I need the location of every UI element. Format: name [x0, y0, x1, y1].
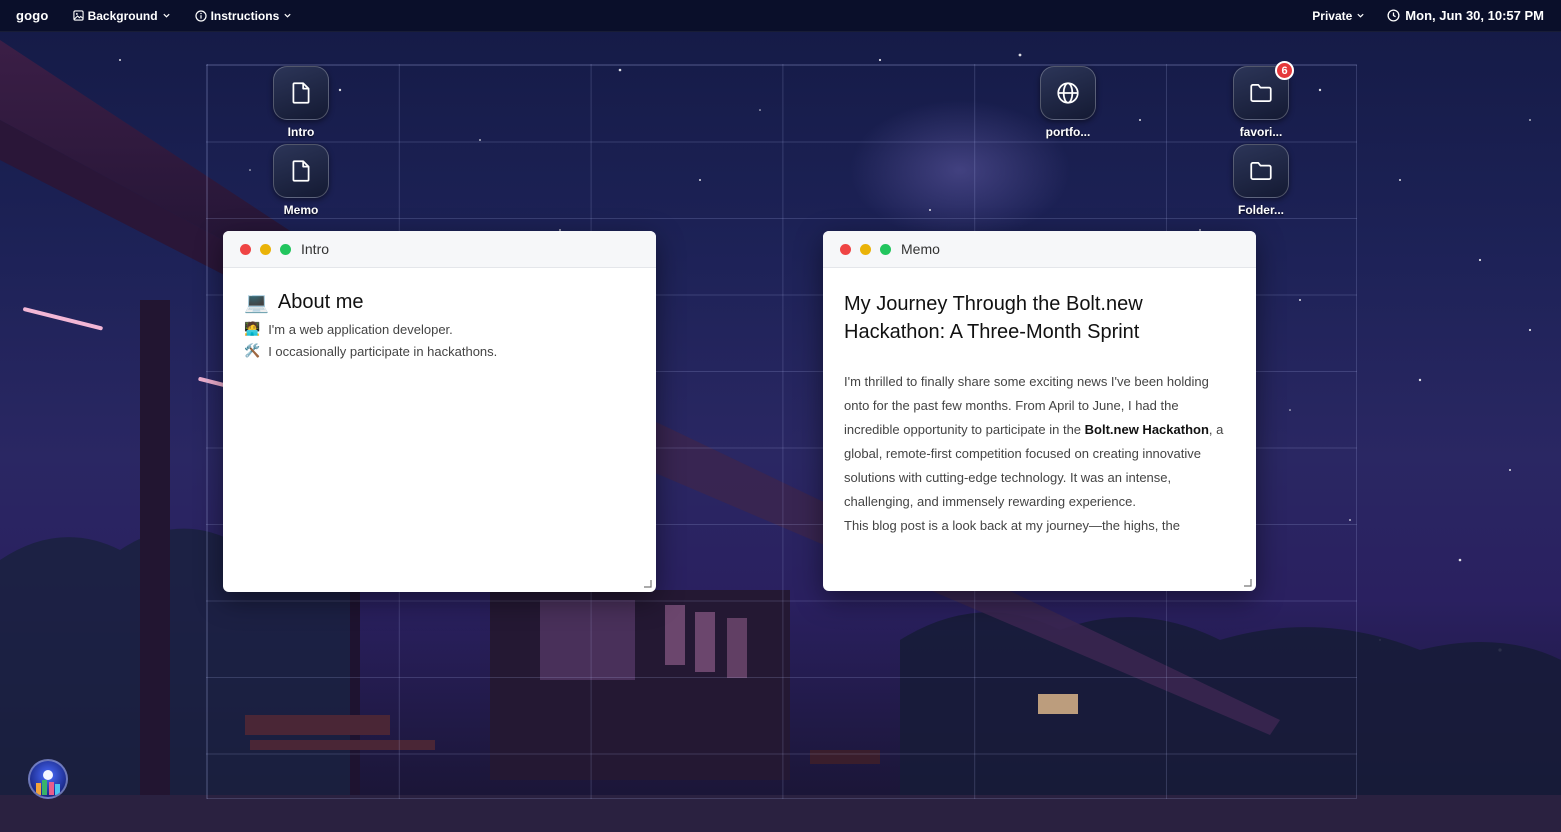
window-title: Memo: [901, 241, 940, 257]
minimize-button[interactable]: [260, 243, 271, 255]
instructions-menu[interactable]: Instructions: [194, 8, 293, 23]
intro-window[interactable]: Intro 💻 About me 🧑‍💻 I'm a web applicati…: [223, 231, 656, 592]
image-icon: [72, 10, 84, 21]
privacy-label: Private: [1312, 8, 1353, 23]
app-brand[interactable]: gogo: [16, 8, 49, 23]
notification-badge: 6: [1275, 61, 1294, 80]
desktop-icon-folder[interactable]: Folder...: [1221, 144, 1301, 217]
memo-heading: My Journey Through the Bolt.new Hackatho…: [844, 293, 1143, 343]
maximize-button[interactable]: [880, 243, 891, 255]
about-line-text: I'm a web application developer.: [268, 321, 453, 337]
clock-icon: [1387, 9, 1400, 22]
memo-paragraph: This blog post is a look back at my jour…: [844, 518, 1181, 533]
file-icon: [292, 82, 310, 104]
about-line: 🛠️ I occasionally participate in hackath…: [244, 343, 635, 359]
minimize-button[interactable]: [860, 243, 871, 255]
developer-icon: 🧑‍💻: [244, 321, 261, 336]
window-content: 💻 About me 🧑‍💻 I'm a web application dev…: [223, 268, 656, 381]
close-button[interactable]: [240, 243, 251, 255]
memo-paragraph: I'm thrilled to finally share some excit…: [844, 370, 1235, 514]
close-button[interactable]: [840, 243, 851, 255]
tools-icon: 🛠️: [244, 343, 261, 358]
desktop-icon-tile: [1040, 66, 1096, 120]
chevron-down-icon: [1357, 13, 1364, 18]
chevron-down-icon: [162, 13, 170, 18]
resize-handle-icon[interactable]: [643, 579, 652, 588]
desktop-icon-tile: [273, 66, 329, 120]
avatar-image: [36, 770, 60, 795]
desktop-icon-portfolio[interactable]: portfo...: [1028, 66, 1108, 139]
avatar[interactable]: [28, 759, 68, 799]
window-titlebar[interactable]: Intro: [223, 231, 656, 268]
laptop-icon: 💻: [244, 292, 269, 314]
info-icon: [194, 9, 207, 22]
window-title: Intro: [301, 241, 330, 257]
desktop-icon-tile: 6: [1233, 61, 1294, 120]
clock: Mon, Jun 30, 10:57 PM: [1387, 8, 1544, 23]
desktop-icon-tile: [273, 144, 329, 198]
chevron-down-icon: [284, 13, 291, 18]
topbar-right: Private Mon, Jun 30, 10:57 PM: [1312, 8, 1544, 23]
memo-bold-text: Bolt.new Hackathon: [1084, 422, 1209, 437]
desktop-icon-label: favori...: [1239, 125, 1283, 139]
about-line: 🧑‍💻 I'm a web application developer.: [244, 321, 635, 337]
desktop-icon-label: portfo...: [1045, 125, 1091, 139]
desktop-icon-favorites[interactable]: 6 favori...: [1221, 61, 1301, 139]
top-menu-bar: gogo Background Instructions Private Mon…: [0, 0, 1561, 32]
about-heading: 💻 About me: [244, 290, 635, 315]
background-menu[interactable]: Background: [72, 8, 171, 23]
background-menu-label: Background: [87, 8, 158, 23]
desktop-icon-intro[interactable]: Intro: [261, 66, 341, 139]
globe-icon: [1057, 82, 1079, 104]
desktop-icon-memo[interactable]: Memo: [261, 144, 341, 217]
window-content: My Journey Through the Bolt.new Hackatho…: [823, 268, 1256, 590]
desktop-icon-label: Memo: [283, 203, 319, 217]
file-icon: [292, 160, 310, 182]
window-titlebar[interactable]: Memo: [823, 231, 1256, 268]
privacy-dropdown[interactable]: Private: [1312, 9, 1365, 23]
desktop-icon-tile: [1233, 144, 1289, 198]
folder-icon: [1250, 162, 1272, 180]
desktop-icon-label: Folder...: [1237, 203, 1284, 217]
desktop-icon-label: Intro: [287, 125, 315, 139]
memo-window[interactable]: Memo My Journey Through the Bolt.new Hac…: [823, 231, 1256, 591]
resize-handle-icon[interactable]: [1243, 578, 1252, 587]
instructions-menu-label: Instructions: [210, 8, 280, 23]
about-line-text: I occasionally participate in hackathons…: [268, 343, 498, 359]
clock-text: Mon, Jun 30, 10:57 PM: [1405, 8, 1544, 23]
folder-icon: [1250, 84, 1272, 102]
about-heading-text: About me: [277, 291, 364, 313]
maximize-button[interactable]: [280, 243, 291, 255]
